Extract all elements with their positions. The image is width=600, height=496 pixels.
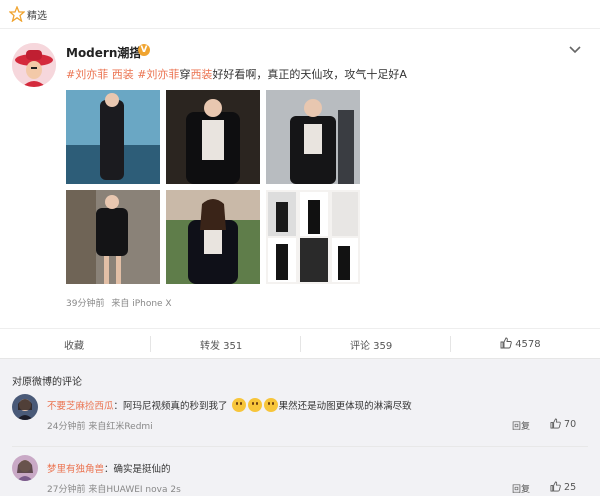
hashtag-link[interactable]: #刘亦菲 bbox=[137, 68, 179, 81]
commenter-avatar[interactable] bbox=[12, 455, 38, 481]
commenter-name[interactable]: 不要芝麻捡西瓜 bbox=[47, 401, 114, 412]
photo-grid bbox=[66, 90, 360, 284]
verified-badge-icon: V bbox=[138, 44, 150, 56]
keyword-link[interactable]: 西装 bbox=[190, 68, 212, 81]
post-time[interactable]: 39分钟前 bbox=[66, 299, 104, 309]
comment-like-button[interactable]: 25 bbox=[550, 481, 576, 493]
post-text: #刘亦菲 西装 #刘亦菲穿西装好好看啊，真正的天仙攻，攻气十足好A bbox=[66, 66, 407, 82]
action-divider bbox=[300, 336, 301, 352]
collect-button[interactable]: 收藏 bbox=[64, 337, 84, 352]
like-count: 4578 bbox=[515, 339, 541, 350]
comment-meta: 27分钟前 来自HUAWEI nova 2s bbox=[47, 485, 181, 495]
hashtag-link[interactable]: #刘亦菲 西装 bbox=[66, 68, 134, 81]
photo-thumbnail[interactable] bbox=[266, 90, 360, 184]
weibo-card: 精选 Modern潮搭 V #刘亦菲 西装 #刘亦菲穿西装好好看啊，真正的天仙攻… bbox=[0, 0, 600, 359]
thumbs-up-icon bbox=[500, 337, 512, 349]
commenter-avatar[interactable] bbox=[12, 394, 38, 420]
comment-divider bbox=[12, 446, 588, 447]
action-divider bbox=[450, 336, 451, 352]
action-bar: 收藏 转发 351 评论 359 4578 bbox=[0, 328, 600, 359]
reply-button[interactable]: 回复 bbox=[512, 419, 530, 432]
photo-thumbnail[interactable] bbox=[166, 90, 260, 184]
post-text-segment: 好好看啊，真正的天仙攻，攻气十足好A bbox=[212, 68, 407, 81]
comment-text: ：确实是挺仙的 bbox=[104, 464, 171, 475]
comment-body: 不要芝麻捡西瓜：阿玛尼视频真的秒到我了 果然还是动图更体现的淋漓尽致 bbox=[47, 398, 412, 412]
comment-body: 梦里有独角兽：确实是挺仙的 bbox=[47, 461, 171, 475]
post-text-segment: 穿 bbox=[179, 68, 191, 81]
comments-section-title: 对原微博的评论 bbox=[12, 377, 82, 388]
comment-button[interactable]: 评论 359 bbox=[350, 337, 392, 352]
comment-text: ：阿玛尼视频真的秒到我了 bbox=[113, 401, 228, 412]
star-icon bbox=[9, 6, 25, 22]
post-source: 来自 iPhone X bbox=[111, 299, 172, 309]
thumbs-up-icon bbox=[550, 481, 561, 492]
chevron-down-icon[interactable] bbox=[568, 45, 582, 55]
sad-emoji-icon bbox=[231, 398, 246, 412]
author-name[interactable]: Modern潮搭 bbox=[66, 44, 141, 61]
featured-label: 精选 bbox=[27, 11, 47, 22]
like-button[interactable]: 4578 bbox=[500, 337, 541, 350]
sad-emoji-icon bbox=[263, 398, 278, 412]
author-avatar[interactable] bbox=[12, 43, 56, 87]
reply-button[interactable]: 回复 bbox=[512, 482, 530, 495]
comment-text: 果然还是动图更体现的淋漓尽致 bbox=[278, 401, 412, 412]
repost-button[interactable]: 转发 351 bbox=[200, 337, 242, 352]
comment-like-count: 70 bbox=[564, 419, 577, 430]
comment-like-button[interactable]: 70 bbox=[550, 418, 576, 430]
featured-bar: 精选 bbox=[0, 0, 600, 29]
action-divider bbox=[150, 336, 151, 352]
photo-thumbnail[interactable] bbox=[266, 190, 360, 284]
photo-thumbnail[interactable] bbox=[166, 190, 260, 284]
photo-thumbnail[interactable] bbox=[66, 90, 160, 184]
comment-like-count: 25 bbox=[564, 482, 577, 493]
photo-thumbnail[interactable] bbox=[66, 190, 160, 284]
sad-emoji-icon bbox=[247, 398, 262, 412]
post-meta: 39分钟前 来自 iPhone X bbox=[66, 296, 172, 309]
thumbs-up-icon bbox=[550, 418, 561, 429]
comment-meta: 24分钟前 来自红米Redmi bbox=[47, 422, 153, 432]
commenter-name[interactable]: 梦里有独角兽 bbox=[47, 464, 104, 475]
